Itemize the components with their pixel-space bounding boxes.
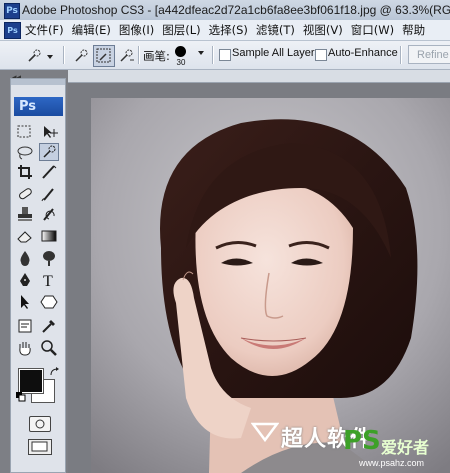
menu-bar: Ps 文件(F) 编辑(E) 图像(I) 图层(L) 选择(S) 滤镜(T) 视… xyxy=(0,20,450,41)
auto-enhance-checkbox[interactable] xyxy=(315,49,327,61)
move-tool[interactable] xyxy=(39,123,59,141)
menu-edit[interactable]: 编辑(E) xyxy=(69,20,114,40)
document-tab-strip xyxy=(68,70,450,83)
bandage-icon xyxy=(19,188,32,200)
pen-icon xyxy=(20,273,30,286)
hand-tool[interactable] xyxy=(15,339,35,357)
quick-mask-icon xyxy=(35,419,45,429)
subtract-from-selection-button[interactable] xyxy=(115,45,137,67)
quick-mask-button[interactable] xyxy=(29,416,51,432)
type-tool[interactable]: T xyxy=(39,271,59,289)
tool-preset-picker[interactable] xyxy=(22,45,58,67)
lasso-icon xyxy=(17,146,33,160)
refine-edge-button[interactable]: Refine xyxy=(408,45,450,64)
document-image[interactable]: 超人软件 PS 爱好者 www.psahz.com xyxy=(91,98,450,473)
portrait-photo xyxy=(91,98,450,473)
screen-mode-icon xyxy=(31,441,48,452)
eyedropper-tool[interactable] xyxy=(39,317,59,335)
shape-tool[interactable] xyxy=(39,293,59,311)
lasso-tool[interactable] xyxy=(15,143,35,161)
menu-help[interactable]: 帮助 xyxy=(399,20,428,40)
photoshop-menu-icon[interactable]: Ps xyxy=(4,22,21,39)
watermark-url: www.psahz.com xyxy=(359,458,425,468)
toolbox-logo: Ps xyxy=(14,97,63,116)
slice-icon xyxy=(42,165,57,179)
gradient-tool[interactable] xyxy=(39,227,59,245)
swap-colors-icon[interactable] xyxy=(49,367,61,377)
add-to-selection-icon xyxy=(96,48,111,63)
move-icon xyxy=(44,126,58,138)
arrow-icon xyxy=(21,295,29,309)
notes-tool[interactable] xyxy=(15,317,35,335)
menu-layer[interactable]: 图层(L) xyxy=(159,20,203,40)
hand-icon xyxy=(19,342,31,356)
menu-window[interactable]: 窗口(W) xyxy=(348,20,397,40)
toolbox-header[interactable] xyxy=(11,79,65,85)
pen-tool[interactable] xyxy=(15,271,35,289)
menu-filter[interactable]: 滤镜(T) xyxy=(253,20,298,40)
toolbox-panel: Ps T xyxy=(10,78,66,473)
healing-brush-tool[interactable] xyxy=(15,185,35,203)
marquee-tool[interactable] xyxy=(15,123,35,141)
slice-tool[interactable] xyxy=(39,163,59,181)
title-bar: Ps Adobe Photoshop CS3 - [a442dfeac2d72a… xyxy=(0,0,450,21)
blur-tool[interactable] xyxy=(15,249,35,267)
sample-all-layers-checkbox[interactable] xyxy=(219,49,231,61)
hexagon-icon xyxy=(40,295,58,309)
menu-items: 文件(F) 编辑(E) 图像(I) 图层(L) 选择(S) 滤镜(T) 视图(V… xyxy=(22,20,430,40)
eraser-tool[interactable] xyxy=(15,227,35,245)
sample-all-layers-label: Sample All Layers xyxy=(232,47,321,59)
marquee-icon xyxy=(17,125,31,138)
auto-enhance-label: Auto-Enhance xyxy=(328,47,398,59)
new-selection-icon xyxy=(75,49,88,62)
brush-picker-dropdown-icon[interactable] xyxy=(198,51,204,55)
crop-icon xyxy=(18,165,32,179)
foreground-color-swatch[interactable] xyxy=(18,368,44,394)
window-title: Adobe Photoshop CS3 - [a442dfeac2d72a1cb… xyxy=(22,3,450,17)
magnifier-icon xyxy=(41,340,57,356)
drop-icon xyxy=(20,251,30,266)
zoom-tool[interactable] xyxy=(39,339,59,357)
history-brush-icon xyxy=(43,208,55,221)
clone-stamp-tool[interactable] xyxy=(15,205,35,223)
watermark-logo-icon xyxy=(251,422,279,442)
brush-size-value: 30 xyxy=(176,58,186,67)
menu-select[interactable]: 选择(S) xyxy=(206,20,251,40)
menu-file[interactable]: 文件(F) xyxy=(22,20,67,40)
svg-text:T: T xyxy=(43,273,53,289)
brush-label: 画笔: xyxy=(143,49,170,63)
eraser-icon xyxy=(17,231,32,243)
add-to-selection-button[interactable] xyxy=(93,45,115,67)
photoshop-app-icon: Ps xyxy=(4,3,20,19)
dodge-icon xyxy=(43,251,55,266)
quick-selection-icon xyxy=(43,145,56,158)
history-brush-tool[interactable] xyxy=(39,205,59,223)
new-selection-button[interactable] xyxy=(70,45,92,67)
brush-icon xyxy=(41,188,54,202)
menu-view[interactable]: 视图(V) xyxy=(300,20,346,40)
path-selection-tool[interactable] xyxy=(15,293,35,311)
brush-tool[interactable] xyxy=(39,185,59,203)
crop-tool[interactable] xyxy=(15,163,35,181)
stamp-icon xyxy=(18,207,32,221)
watermark-ps-sub: 爱好者 xyxy=(381,440,430,457)
dodge-tool[interactable] xyxy=(39,249,59,267)
eyedropper-icon xyxy=(42,320,55,333)
menu-image[interactable]: 图像(I) xyxy=(116,20,157,40)
default-colors-icon[interactable] xyxy=(16,392,26,402)
gradient-icon xyxy=(41,230,57,242)
options-bar: 画笔: 30 Sample All Layers Auto-Enhance Re… xyxy=(0,41,450,70)
note-icon xyxy=(18,319,32,333)
quick-selection-tool[interactable] xyxy=(39,143,59,161)
subtract-from-selection-icon xyxy=(120,49,134,62)
watermark-ps-text: PS xyxy=(343,426,381,456)
quick-selection-icon xyxy=(28,49,53,62)
screen-mode-button[interactable] xyxy=(28,439,52,455)
type-icon: T xyxy=(43,273,53,289)
brush-preview-icon[interactable] xyxy=(175,46,186,57)
